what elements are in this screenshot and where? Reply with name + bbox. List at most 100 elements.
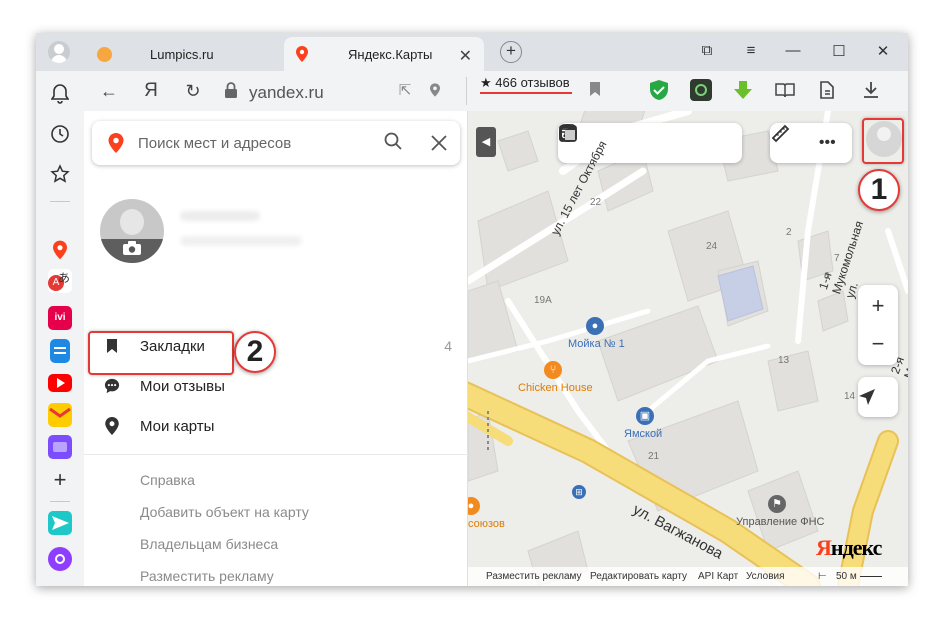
poi-label[interactable]: Мойка № 1 — [568, 338, 625, 350]
bookmarks-count: 4 — [444, 338, 452, 354]
user-avatar[interactable] — [100, 199, 164, 263]
downloads-icon[interactable] — [860, 79, 882, 101]
ivi-app-icon[interactable]: ivi — [48, 306, 72, 330]
profile-avatar-icon[interactable] — [48, 41, 70, 63]
business-owners-link[interactable]: Владельцам бизнеса — [140, 536, 278, 552]
bell-icon[interactable] — [49, 83, 71, 105]
reload-button[interactable]: ↻ — [180, 79, 206, 103]
attribution-link[interactable]: Условия — [746, 571, 785, 582]
help-link[interactable]: Справка — [140, 472, 195, 488]
reviews-rating-bar — [480, 92, 572, 94]
menu-item-my-maps[interactable]: Мои карты — [84, 408, 468, 444]
tab-yandex-maps[interactable]: Яндекс.Карты ✕ — [284, 37, 484, 71]
yandex-maps-favicon-icon — [294, 46, 310, 62]
bus-stop-icon[interactable]: ⊞ — [572, 485, 586, 499]
locate-me-button[interactable] — [858, 377, 898, 417]
messenger-app-icon[interactable] — [48, 511, 72, 535]
government-icon[interactable]: ⚑ — [768, 495, 786, 513]
back-button[interactable]: ← — [96, 79, 122, 103]
house-number: 2 — [786, 227, 792, 238]
scale-bar — [860, 576, 882, 577]
add-object-link[interactable]: Добавить объект на карту — [140, 504, 309, 520]
more-icon[interactable]: ••• — [819, 134, 836, 152]
attribution-link[interactable]: Разместить рекламу — [486, 571, 582, 582]
zoom-in-button[interactable]: + — [858, 293, 898, 319]
map-pin-icon — [104, 417, 120, 435]
camera-icon[interactable] — [122, 240, 142, 260]
lumpics-favicon-icon — [96, 46, 112, 62]
docs-app-icon[interactable] — [50, 339, 70, 363]
tab-lumpics[interactable]: Lumpics.ru — [86, 37, 282, 71]
scale-icon: ⊢ — [818, 571, 827, 582]
scale-label: 50 м — [836, 571, 857, 582]
zoom-out-button[interactable]: − — [858, 331, 898, 357]
minimize-button[interactable]: — — [778, 42, 808, 59]
sidebar-divider — [50, 201, 70, 202]
search-input[interactable] — [138, 121, 368, 165]
house-number: 13 — [778, 355, 790, 366]
house-number: 19А — [534, 295, 552, 306]
star-icon[interactable] — [49, 163, 71, 185]
restaurant-icon[interactable]: ⑂ — [544, 361, 562, 379]
url-text[interactable]: yandex.ru — [249, 83, 324, 103]
location-icon[interactable] — [430, 83, 440, 102]
alice-app-icon[interactable] — [48, 547, 72, 571]
step-badge-2: 2 — [234, 331, 276, 373]
map-pin-icon — [108, 133, 124, 153]
menu-icon[interactable]: ≡ — [736, 42, 766, 59]
house-number: 6 — [824, 271, 830, 282]
attribution-link[interactable]: API Карт — [698, 571, 738, 582]
panel-divider — [84, 454, 468, 455]
maximize-button[interactable]: ☐ — [824, 42, 854, 60]
poi-label[interactable]: союзов — [468, 518, 505, 530]
close-tab-icon[interactable]: ✕ — [459, 46, 472, 66]
car-wash-icon[interactable]: ● — [586, 317, 604, 335]
yandex-maps-app-icon[interactable] — [49, 239, 71, 261]
search-icon[interactable] — [384, 132, 402, 155]
download-arrow-icon[interactable] — [732, 79, 754, 101]
map-attribution-bar: Разместить рекламу Редактировать карту A… — [468, 567, 908, 586]
bookmark-icon[interactable] — [589, 81, 601, 99]
lock-icon[interactable] — [224, 81, 238, 99]
disk-app-icon[interactable] — [48, 435, 72, 459]
collections-icon[interactable] — [816, 79, 838, 101]
history-icon[interactable] — [49, 123, 71, 145]
yandex-logo: Яндекс — [816, 535, 882, 560]
poi-label[interactable]: Chicken House — [518, 382, 593, 394]
mail-app-icon[interactable] — [48, 403, 72, 427]
search-box — [92, 121, 460, 165]
sidebar-divider — [50, 501, 70, 502]
my-reviews-highlight — [88, 331, 234, 375]
protect-shield-icon[interactable] — [648, 79, 670, 101]
house-number: 21 — [648, 451, 660, 462]
yandex-logo-button[interactable]: Я — [138, 79, 164, 103]
new-tab-button[interactable]: + — [500, 41, 522, 63]
collapse-panel-button[interactable]: ◀ — [476, 127, 496, 157]
advertise-link[interactable]: Разместить рекламу — [140, 568, 274, 584]
close-window-button[interactable]: ✕ — [868, 42, 898, 60]
youtube-app-icon[interactable] — [48, 374, 72, 392]
extension-icon[interactable] — [690, 79, 712, 101]
poi-label[interactable]: Управление ФНС — [736, 516, 824, 528]
bookmarks-icon[interactable]: ⧉ — [692, 42, 722, 59]
share-icon[interactable]: ⇱ — [392, 79, 418, 103]
poi-label[interactable]: Ямской — [624, 428, 662, 440]
site-reviews-link[interactable]: ★ 466 отзывов — [480, 75, 570, 91]
map-canvas[interactable]: ◀ ••• + − ул. 15 лет Октября 1-я Мукомол… — [468, 111, 908, 586]
shop-icon[interactable]: ▣ — [636, 407, 654, 425]
tab-strip: Lumpics.ru Яндекс.Карты ✕ + ⧉ ≡ — ☐ ✕ — [36, 33, 908, 71]
reader-book-icon[interactable] — [774, 79, 796, 101]
zoom-control: + − — [858, 285, 898, 365]
house-number: 24 — [706, 241, 718, 252]
tab-title: Lumpics.ru — [150, 46, 214, 62]
user-name-blurred — [180, 211, 260, 221]
attribution-link[interactable]: Редактировать карту — [590, 571, 687, 582]
translate-app-icon[interactable]: A あ — [48, 269, 72, 293]
step-badge-1: 1 — [858, 169, 900, 211]
browser-sidebar: A あ ivi + — [36, 71, 84, 586]
close-icon[interactable] — [430, 129, 448, 158]
house-number: 14 — [844, 391, 856, 402]
address-toolbar: ← Я ↻ yandex.ru ⇱ ★ 466 отзывов — [84, 71, 908, 111]
add-app-icon[interactable]: + — [49, 467, 71, 492]
map-layers-toolbar — [558, 123, 742, 163]
